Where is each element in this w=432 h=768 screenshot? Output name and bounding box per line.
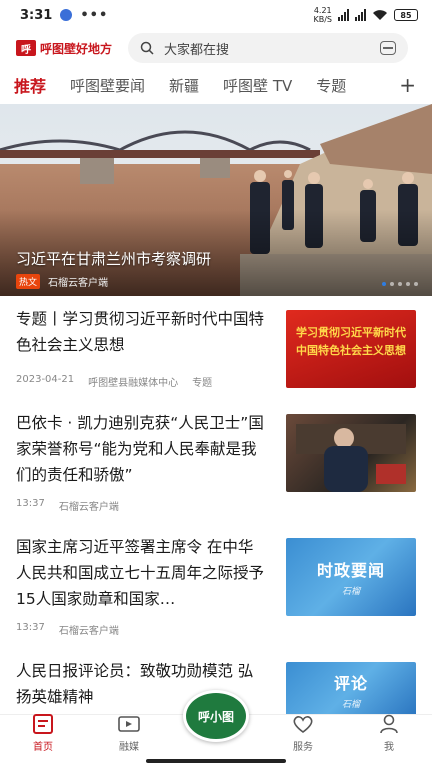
app-notification-icon xyxy=(60,9,73,21)
news-title: 国家主席习近平签署主席令 在中华人民共和国成立七十五周年之际授予15人国家勋章和… xyxy=(16,538,265,608)
tab-local-news[interactable]: 呼图壁要闻 xyxy=(70,75,145,96)
news-meta: 13:37 石榴云客户端 xyxy=(16,498,119,513)
nav-me[interactable]: 我 xyxy=(346,714,432,756)
center-assistant-button[interactable]: 呼小图 xyxy=(183,690,249,742)
tab-special[interactable]: 专题 xyxy=(316,75,346,96)
tab-recommend[interactable]: 推荐 xyxy=(14,73,46,97)
search-icon xyxy=(140,41,154,55)
app-header: 呼 呼图壁好地方 大家都在搜 xyxy=(0,30,432,66)
battery-icon: 85 xyxy=(394,9,418,21)
news-title: 专题丨学习贯彻习近平新时代中国特色社会主义思想 xyxy=(16,310,265,354)
media-icon xyxy=(118,716,140,732)
hero-title: 习近平在甘肃兰州市考察调研 xyxy=(16,250,212,268)
search-bar[interactable]: 大家都在搜 xyxy=(128,33,409,63)
logo-mark: 呼 xyxy=(16,40,36,56)
wifi-icon xyxy=(373,10,387,20)
news-item[interactable]: 专题丨学习贯彻习近平新时代中国特色社会主义思想 2023-04-21 呼图壁县融媒… xyxy=(16,306,416,398)
scan-icon[interactable] xyxy=(380,41,397,55)
nav-home[interactable]: 首页 xyxy=(0,714,86,756)
carousel-dot[interactable] xyxy=(414,282,418,286)
status-bar: 3:31 ••• 4.21 KB/S 85 xyxy=(0,0,432,30)
news-title: 巴依卡 · 凯力迪别克获“人民卫士”国家荣誉称号“能为党和人民奉献是我们的责任和… xyxy=(16,414,264,484)
carousel-dot[interactable] xyxy=(406,282,410,286)
signal-icon xyxy=(338,9,349,21)
signal-icon-2 xyxy=(355,9,366,21)
news-thumbnail xyxy=(286,414,416,492)
carousel-dot[interactable] xyxy=(382,282,386,286)
user-icon xyxy=(380,714,398,734)
carousel-dot[interactable] xyxy=(398,282,402,286)
nav-media[interactable]: 融媒 xyxy=(86,714,172,756)
news-item[interactable]: 国家主席习近平签署主席令 在中华人民共和国成立七十五周年之际授予15人国家勋章和… xyxy=(16,534,416,638)
hero-source: 石榴云客户端 xyxy=(48,278,109,289)
home-icon xyxy=(33,714,53,734)
more-notifications-icon: ••• xyxy=(80,7,109,23)
carousel-dot[interactable] xyxy=(390,282,394,286)
app-logo[interactable]: 呼 呼图壁好地方 xyxy=(16,40,112,57)
add-tab-icon[interactable]: + xyxy=(399,70,416,100)
news-thumbnail: 学习贯彻习近平新时代中国特色社会主义思想 xyxy=(286,310,416,388)
hot-badge: 热文 xyxy=(16,274,41,289)
logo-text: 呼图壁好地方 xyxy=(40,41,113,56)
home-indicator xyxy=(0,756,432,768)
news-meta: 13:37 石榴云客户端 xyxy=(16,622,119,637)
category-tabs: 推荐 呼图壁要闻 新疆 呼图壁 TV 专题 xyxy=(0,70,432,100)
tab-xinjiang[interactable]: 新疆 xyxy=(169,75,199,96)
carousel-indicator xyxy=(382,282,418,286)
heart-icon xyxy=(293,716,313,734)
news-item[interactable]: 巴依卡 · 凯力迪别克获“人民卫士”国家荣誉称号“能为党和人民奉献是我们的责任和… xyxy=(16,410,416,520)
nav-service[interactable]: 服务 xyxy=(260,714,346,756)
tab-tv[interactable]: 呼图壁 TV xyxy=(223,75,292,96)
status-time: 3:31 xyxy=(20,7,53,23)
hero-banner[interactable]: 习近平在甘肃兰州市考察调研 热文 石榴云客户端 xyxy=(0,104,432,296)
news-meta: 2023-04-21 呼图壁县融媒体中心 专题 xyxy=(16,374,213,389)
search-placeholder: 大家都在搜 xyxy=(164,42,230,58)
hero-meta: 热文 石榴云客户端 xyxy=(16,274,108,289)
network-speed: 4.21 KB/S xyxy=(313,6,332,24)
news-thumbnail: 评论 石榴 xyxy=(286,662,416,718)
news-thumbnail: 时政要闻 石榴 xyxy=(286,538,416,616)
